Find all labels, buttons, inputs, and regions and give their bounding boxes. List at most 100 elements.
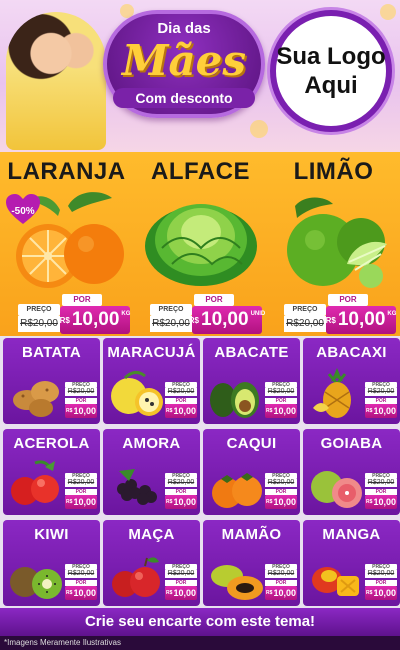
new-price: 10,00 [73,588,96,598]
mother-daughter-photo [6,12,106,150]
product-name: CAQUI [226,435,277,452]
product-card-goiaba[interactable]: GOIABA PREÇO R$20,00 POR R$ 10,00 [303,429,400,515]
cta-banner[interactable]: Crie seu encarte com este tema! [0,608,400,636]
old-price: R$20,00 [365,479,397,487]
product-name: LIMÃO [293,158,374,185]
price-tag: PREÇO R$20,00 POR R$ 10,00 [165,564,197,602]
new-price-box: R$ 10,00 [165,404,197,418]
product-name: ACEROLA [13,435,90,452]
price-tag: PREÇO R$20,00 POR R$ 10,00 [265,473,297,511]
product-card-kiwi[interactable]: KIWI PREÇO R$20,00 POR R$ 10,00 [3,520,100,606]
new-price: 10,00 [173,588,196,598]
logo-line1: Sua Logo [276,43,386,70]
old-price: R$20,00 [65,570,97,578]
product-card-mamão[interactable]: MAMÃO PREÇO R$20,00 POR R$ 10,00 [203,520,300,606]
currency: R$ [166,408,173,414]
currency: R$ [66,408,73,414]
currency: R$ [366,408,373,414]
product-card-manga[interactable]: MANGA PREÇO R$20,00 POR R$ 10,00 [303,520,400,606]
new-price: 10,00 [71,309,120,330]
new-price-box: R$ 10,00 [265,586,297,600]
price-label: PREÇO [150,304,192,316]
apple-icon [112,557,160,597]
product-name: KIWI [34,526,69,543]
logo-placeholder[interactable]: Sua Logo Aqui [270,10,392,132]
currency: R$ [66,499,73,505]
new-price: 10,00 [273,588,296,598]
price-label: PREÇO [284,304,326,316]
new-price-box: R$ 10,00 [65,404,97,418]
bokeh-light [250,120,268,138]
old-price: R$20,00 [165,388,197,396]
kiwi-icon [10,567,62,599]
currency: R$ [188,315,200,325]
new-price: 10,00 [373,497,396,507]
product-card-maracujá[interactable]: MARACUJÁ PREÇO R$20,00 POR R$ 10,00 [103,338,200,424]
currency: R$ [59,315,70,325]
new-price: 10,00 [273,497,296,507]
product-card-amora[interactable]: AMORA PREÇO R$20,00 POR R$ 10,00 [103,429,200,515]
old-price: R$20,00 [265,479,297,487]
new-price-box: R$ 10,00 UNID [188,306,265,334]
bokeh-light [380,4,396,20]
badge-main-text: Mães [121,36,247,85]
passion-fruit-icon [111,371,163,416]
mothers-day-badge: Dia das Mães Com desconto [103,10,265,118]
new-price-box: R$ 10,00 [365,495,397,509]
new-price: 10,00 [337,309,386,330]
new-price-box: R$ 10,00 [165,495,197,509]
unit: KG [121,311,131,317]
mango-icon [312,567,359,596]
unit: KG [387,311,397,317]
product-name: GOIABA [320,435,383,452]
price-tag: PREÇO R$20,00 POR R$ 10,00 [165,382,197,420]
unit: UNID [250,311,266,317]
price-tag: PREÇO R$20,00 POR R$ 10,00 [65,473,97,511]
price-tag: PREÇO R$20,00 POR R$ 10,00 [265,564,297,602]
product-card-batata[interactable]: BATATA PREÇO R$20,00 POR R$ 10,00 [3,338,100,424]
price-tag: PREÇO R$20,00 POR R$ 10,00 [65,564,97,602]
new-price-box: R$ 10,00 [65,495,97,509]
new-price-box: R$ 10,00 [65,586,97,600]
new-price: 10,00 [173,497,196,507]
old-price: R$20,00 [165,479,197,487]
papaya-icon [211,565,263,600]
new-price: 10,00 [173,406,196,416]
new-price: 10,00 [73,497,96,507]
guava-icon [311,471,362,508]
por-label: POR [328,294,368,306]
product-card-abacate[interactable]: ABACATE PREÇO R$20,00 POR R$ 10,00 [203,338,300,424]
pineapple-icon [313,368,351,418]
currency: R$ [325,315,336,325]
por-label: POR [62,294,102,306]
price-tag: PREÇO R$20,00 POR R$ 10,00 [365,382,397,420]
product-card-caqui[interactable]: CAQUI PREÇO R$20,00 POR R$ 10,00 [203,429,300,515]
badge-top-text: Dia das [157,20,211,37]
lettuce-icon [145,204,257,286]
header-banner: Dia das Mães Com desconto Sua Logo Aqui [0,0,400,152]
new-price-box: R$ 10,00 [365,404,397,418]
price-label: PREÇO [18,304,60,316]
product-name: MAÇA [128,526,175,543]
product-name: BATATA [21,344,81,361]
acerola-icon [11,460,59,505]
new-price: 10,00 [273,406,296,416]
price-tag: PREÇO R$20,00 POR R$ 10,00 [365,564,397,602]
new-price: 10,00 [201,309,249,330]
currency: R$ [366,499,373,505]
currency: R$ [266,590,273,596]
product-card-maça[interactable]: MAÇA PREÇO R$20,00 POR R$ 10,00 [103,520,200,606]
potato-icon [13,381,59,417]
new-price-box: R$ 10,00 [265,404,297,418]
old-price: R$20,00 [265,570,297,578]
por-label: POR [194,294,234,306]
product-name: AMORA [122,435,181,452]
price-tag: PREÇO R$20,00 POR R$ 10,00 [65,382,97,420]
currency: R$ [166,590,173,596]
old-price: R$20,00 [365,388,397,396]
product-card-abacaxi[interactable]: ABACAXI PREÇO R$20,00 POR R$ 10,00 [303,338,400,424]
product-card-acerola[interactable]: ACEROLA PREÇO R$20,00 POR R$ 10,00 [3,429,100,515]
new-price: 10,00 [373,588,396,598]
currency: R$ [366,590,373,596]
product-name: ABACAXI [316,344,387,361]
